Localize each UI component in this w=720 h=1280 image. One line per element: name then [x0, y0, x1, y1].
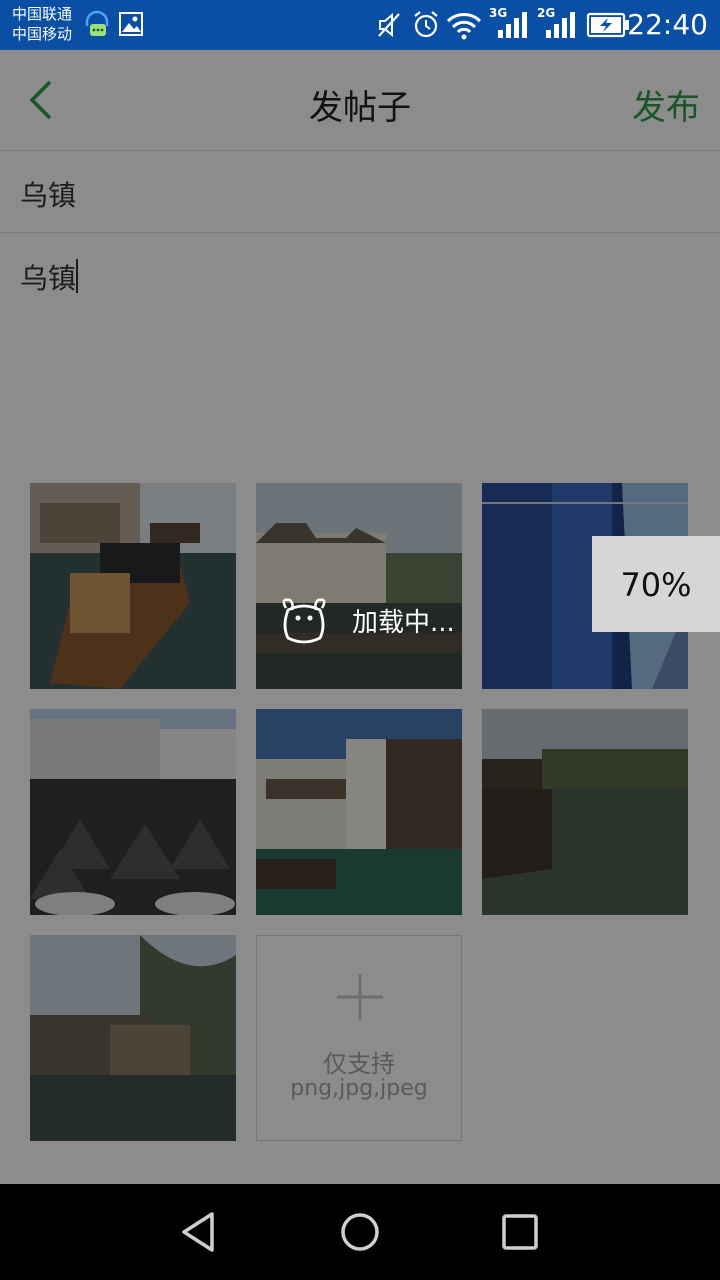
- back-triangle-icon[interactable]: [176, 1208, 224, 1256]
- mute-icon: [378, 12, 400, 38]
- home-circle-icon[interactable]: [336, 1208, 384, 1256]
- loading-label: 加载中...: [352, 608, 455, 638]
- carrier-2: 中国移动: [12, 25, 73, 43]
- clock: 22:40: [627, 8, 708, 41]
- headset-chat-icon: [85, 10, 109, 36]
- upload-progress-text: 70%: [620, 566, 692, 604]
- recents-square-icon[interactable]: [496, 1208, 544, 1256]
- wifi-icon: [446, 13, 482, 40]
- carrier-1: 中国联通: [12, 5, 73, 23]
- cow-face-icon: [282, 598, 326, 644]
- image-icon: [119, 12, 143, 36]
- alarm-icon: [414, 11, 438, 38]
- navigation-bar: [0, 1184, 720, 1280]
- upload-progress: 70%: [592, 536, 720, 632]
- signal-icon-2: [546, 12, 575, 38]
- loading-indicator: 加载中...: [276, 590, 466, 650]
- signal-icon: [498, 12, 527, 38]
- battery-charging-icon: [586, 12, 629, 38]
- status-bar: 中国联通 中国移动 3G 2G 22:40: [0, 0, 720, 50]
- carrier-info: 中国联通 中国移动: [12, 4, 72, 44]
